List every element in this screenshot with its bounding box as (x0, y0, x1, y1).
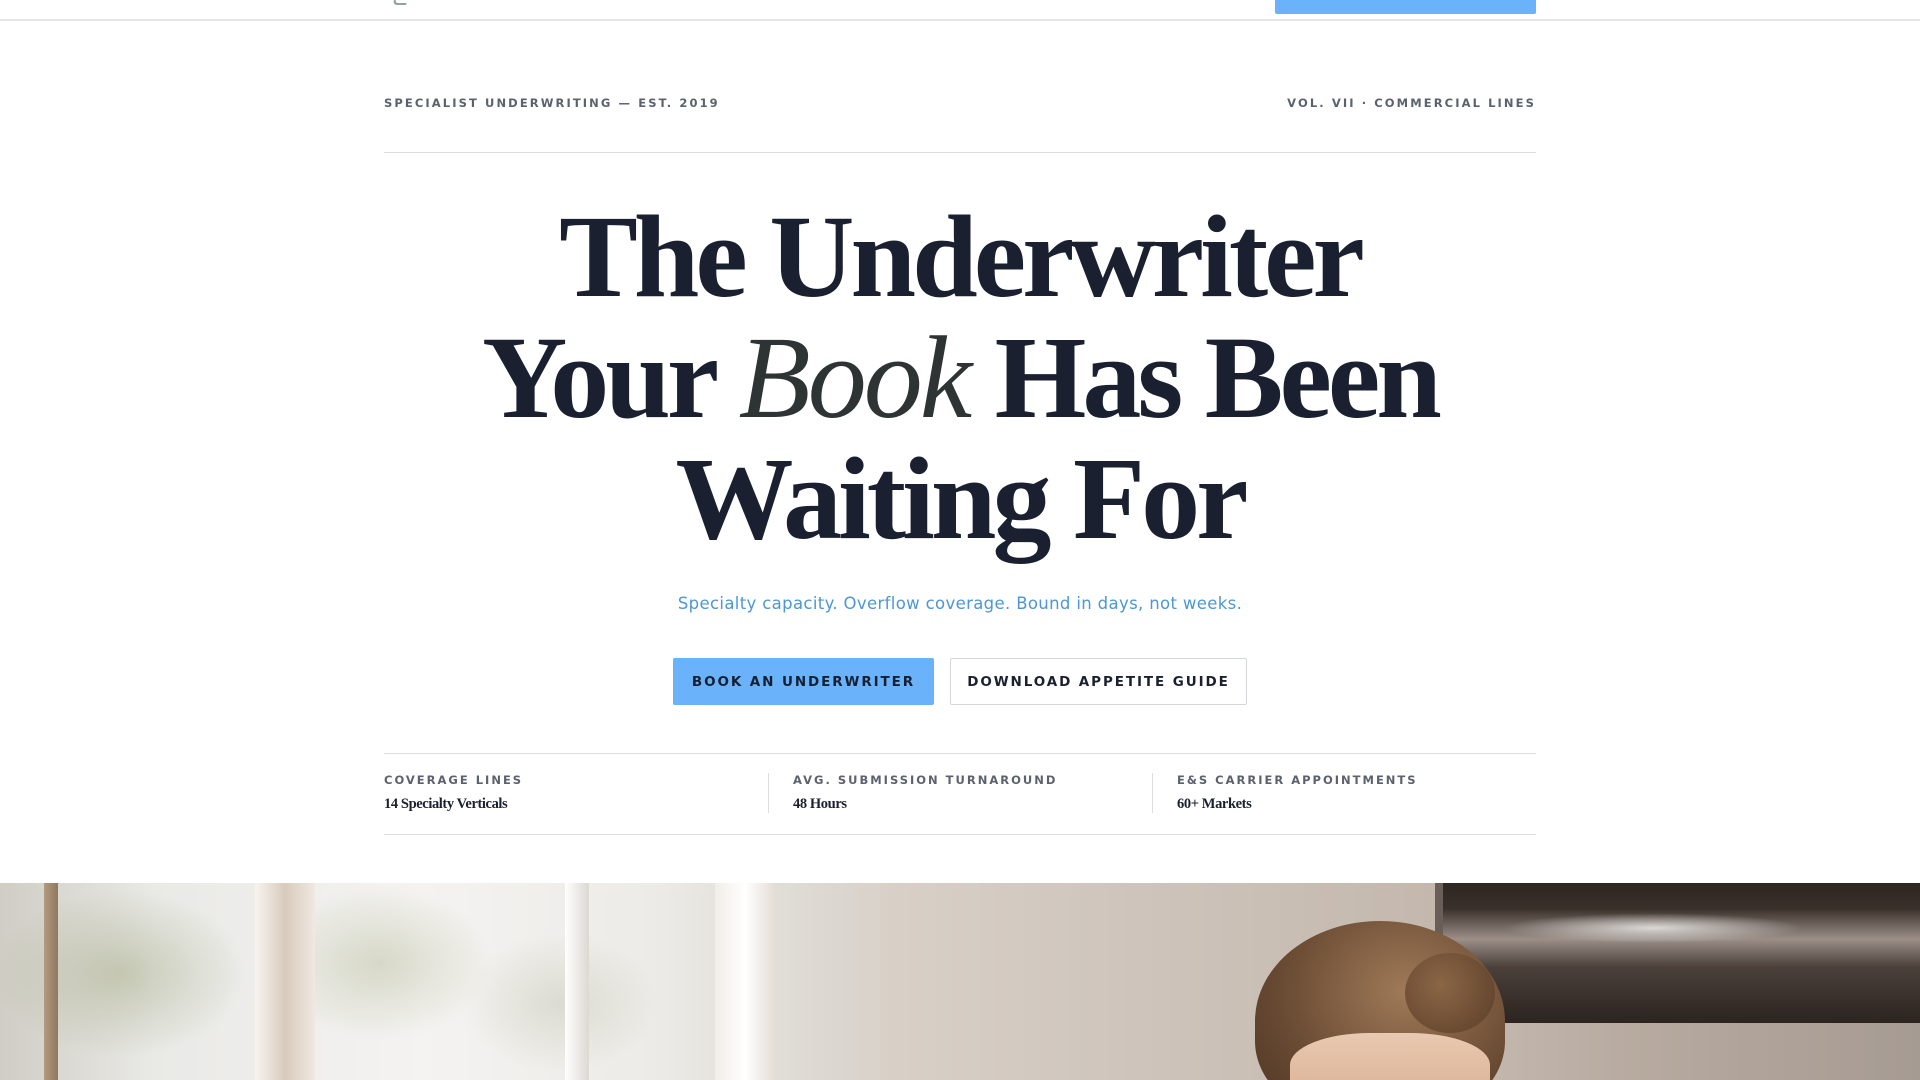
download-appetite-guide-button[interactable]: DOWNLOAD APPETITE GUIDE (950, 658, 1247, 705)
stat-carrier-appointments: E&S CARRIER APPOINTMENTS 60+ Markets (1152, 773, 1418, 813)
stat-submission-turnaround: AVG. SUBMISSION TURNAROUND 48 Hours (768, 773, 1057, 813)
photo-window-frame (565, 883, 589, 1080)
stat-value: 14 Specialty Verticals (384, 796, 508, 812)
photo-person-face (1290, 1033, 1490, 1080)
stat-label: COVERAGE LINES (384, 773, 524, 787)
photo-window-frame (715, 883, 775, 1080)
photo-window-foliage (0, 883, 720, 1080)
hero-title-line-3: Waiting For (675, 433, 1249, 564)
logo-mark-icon[interactable] (392, 0, 408, 5)
hero-photo (0, 883, 1920, 1080)
photo-wall-artwork (1435, 883, 1920, 1023)
hero-title: The Underwriter Your Book Has Been Waiti… (384, 196, 1536, 559)
top-navigation (0, 0, 1920, 21)
divider (384, 753, 1536, 754)
stat-value: 60+ Markets (1177, 796, 1252, 812)
hero-tagline: Specialty capacity. Overflow coverage. B… (677, 594, 1243, 613)
hero-title-line-2-end: Has Been (969, 312, 1442, 443)
divider (384, 152, 1536, 153)
stat-label: E&S CARRIER APPOINTMENTS (1177, 773, 1418, 787)
stat-label: AVG. SUBMISSION TURNAROUND (793, 773, 1058, 787)
nav-cta-button[interactable] (1275, 0, 1536, 14)
eyebrow-left: SPECIALIST UNDERWRITING — EST. 2019 (384, 96, 720, 110)
stat-value: 48 Hours (793, 796, 847, 812)
hero-title-line-1: The Underwriter (559, 191, 1365, 322)
eyebrow-right: VOL. VII · COMMERCIAL LINES (1287, 96, 1536, 110)
hero-title-line-2-start: Your (482, 312, 739, 443)
stat-coverage-lines: COVERAGE LINES 14 Specialty Verticals (384, 773, 523, 813)
hero-title-line-2: Your Book Has Been (384, 317, 1536, 438)
photo-window-frame (255, 883, 315, 1080)
hero-title-emphasis: Book (738, 312, 972, 443)
photo-window-frame (44, 883, 58, 1080)
photo-person-hair-bun (1405, 953, 1495, 1033)
book-underwriter-button[interactable]: BOOK AN UNDERWRITER (673, 658, 934, 705)
divider (384, 834, 1536, 835)
